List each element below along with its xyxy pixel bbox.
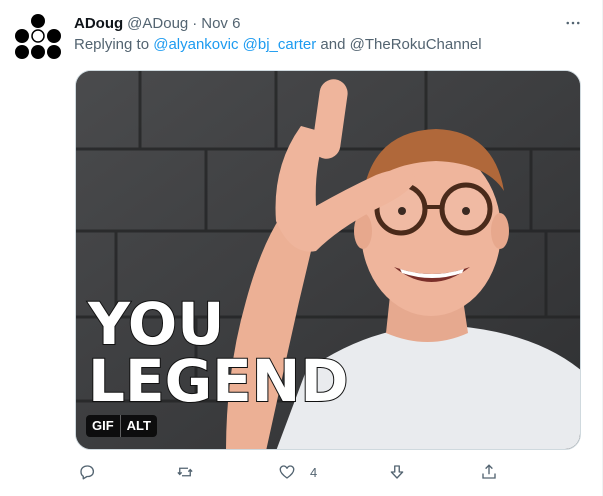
alt-badge[interactable]: ALT — [119, 415, 157, 437]
mention-link[interactable]: @bj_carter — [243, 36, 317, 53]
like-count: 4 — [310, 464, 318, 480]
gif-image: YOU LEGEND — [76, 71, 580, 449]
replying-to-prefix: Replying to — [74, 36, 150, 53]
author-handle[interactable]: @ADoug — [127, 15, 188, 32]
avatar-logo — [15, 14, 61, 59]
gif-media[interactable]: YOU LEGEND — [75, 70, 581, 450]
like-icon — [279, 465, 295, 479]
mention-text[interactable]: @TheRokuChannel — [350, 36, 482, 53]
caption-line-2: LEGEND — [88, 347, 349, 415]
author-name[interactable]: ADoug — [74, 15, 123, 32]
avatar[interactable] — [14, 12, 62, 60]
tweet[interactable]: ADoug @ADoug · Nov 6 Replying to @alyank… — [0, 0, 603, 496]
tweet-time[interactable]: Nov 6 — [201, 15, 240, 32]
replying-to-conjunction: and — [320, 36, 346, 53]
share-button[interactable] — [480, 460, 498, 484]
downvote-icon — [390, 465, 404, 479]
tweet-header: ADoug @ADoug · Nov 6 — [74, 13, 582, 33]
more-button[interactable] — [562, 12, 584, 34]
retweet-icon — [177, 467, 193, 477]
mention-link[interactable]: @alyankovic — [153, 36, 238, 53]
like-button[interactable]: 4 — [278, 460, 317, 484]
gif-badge: GIF — [92, 418, 114, 433]
media-badges: GIF ALT — [86, 415, 157, 437]
replying-to: Replying to @alyankovic @bj_carter and @… — [74, 36, 482, 53]
separator: · — [192, 14, 198, 32]
action-bar: 4 — [74, 460, 514, 484]
reply-button[interactable] — [78, 460, 96, 484]
retweet-button[interactable] — [176, 460, 194, 484]
downvote-button[interactable] — [388, 460, 406, 484]
more-icon — [566, 21, 580, 25]
share-icon — [482, 464, 496, 479]
reply-icon — [80, 465, 95, 480]
